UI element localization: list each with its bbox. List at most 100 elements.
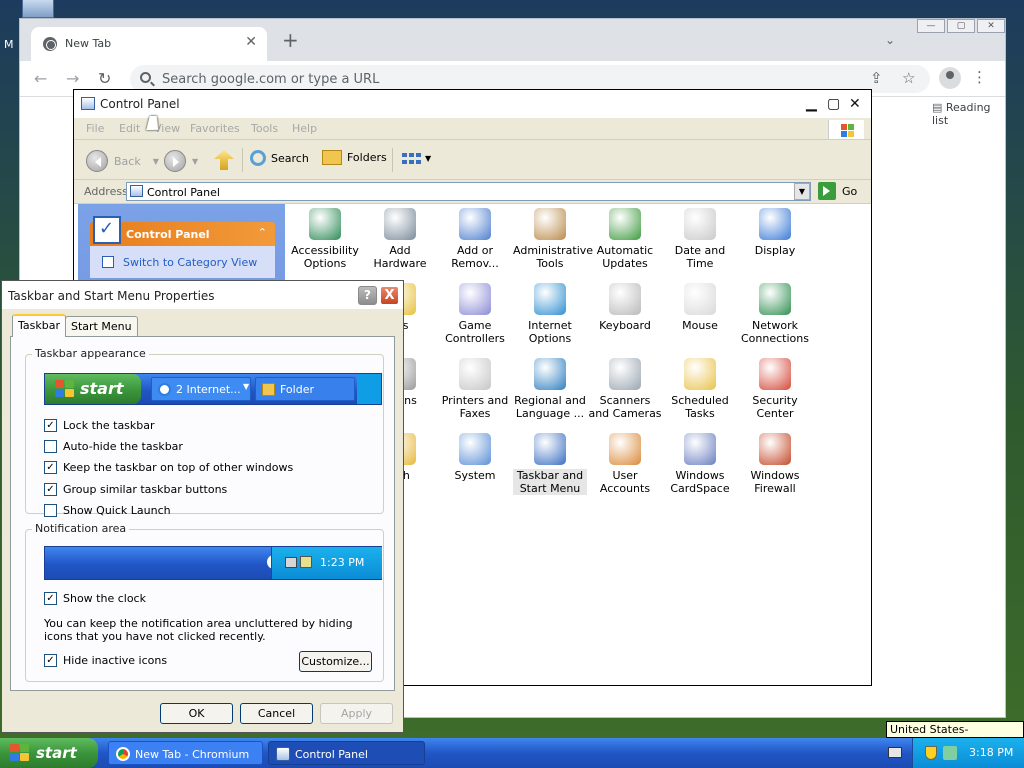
minimize-button[interactable]: — (917, 19, 945, 33)
menu-help[interactable]: Help (292, 122, 317, 135)
address-dropdown-icon[interactable]: ▼ (794, 183, 810, 200)
share-icon[interactable]: ⇪ (870, 69, 883, 87)
cp-item[interactable]: Automatic Updates (588, 208, 662, 270)
keep-on-top-checkbox[interactable]: ✓ Keep the taskbar on top of other window… (44, 461, 293, 474)
cancel-button[interactable]: Cancel (240, 703, 313, 724)
go-button[interactable]: Go (818, 182, 857, 200)
cp-item[interactable]: Network Connections (738, 283, 812, 345)
keyboard-icon[interactable] (888, 747, 902, 758)
cp-item[interactable]: Administrative Tools (513, 208, 593, 270)
network-icon[interactable] (943, 746, 957, 760)
cp-item[interactable]: Internet Options (513, 283, 587, 345)
tab-new-tab[interactable]: New Tab ✕ (31, 27, 267, 61)
reading-list-button[interactable]: Reading list (932, 101, 1005, 127)
search-icon (140, 72, 151, 83)
checkbox[interactable]: ✓ (44, 483, 57, 496)
taskbar: start New Tab - Chromium Control Panel 3… (0, 738, 1024, 768)
dialog-titlebar[interactable]: Taskbar and Start Menu Properties ? X (2, 281, 403, 309)
close-button[interactable]: ✕ (849, 96, 861, 112)
cp-item[interactable]: Scanners and Cameras (588, 358, 662, 420)
checkbox[interactable]: ✓ (44, 654, 57, 667)
cp-item[interactable]: Keyboard (588, 283, 662, 332)
control-panel-titlebar[interactable]: Control Panel ▁ ▢ ✕ (74, 90, 871, 118)
forward-arrow-icon[interactable]: → (66, 69, 79, 88)
side-panel-header[interactable]: Control Panel ⌃ (90, 216, 275, 246)
checkbox[interactable]: ✓ (44, 419, 57, 432)
cp-item[interactable]: System (438, 433, 512, 482)
collapse-chevron-icon[interactable]: ⌃ (258, 226, 267, 239)
minimize-button[interactable]: ▁ (806, 96, 817, 112)
cp-item-label: System (454, 469, 496, 482)
quick-launch-checkbox[interactable]: Show Quick Launch (44, 504, 171, 517)
cp-item[interactable]: Add or Remov... (438, 208, 512, 270)
up-folder-button[interactable] (214, 150, 234, 170)
address-label: Address (84, 185, 128, 198)
help-button[interactable]: ? (358, 286, 377, 305)
reload-icon[interactable]: ↻ (98, 69, 111, 88)
scheduled-tasks-icon (684, 358, 716, 390)
folders-button[interactable]: Folders (322, 150, 387, 165)
cp-item[interactable]: Printers and Faxes (438, 358, 512, 420)
views-button[interactable]: ▼ (400, 150, 434, 170)
hide-inactive-checkbox[interactable]: ✓ Hide inactive icons (44, 654, 167, 667)
taskbar-item-control-panel[interactable]: Control Panel (268, 741, 425, 765)
checkbox[interactable] (44, 504, 57, 517)
auto-hide-checkbox[interactable]: Auto-hide the taskbar (44, 440, 183, 453)
taskbar-item-chromium[interactable]: New Tab - Chromium (108, 741, 263, 765)
taskbar-appearance-group: Taskbar appearance start 2 Internet... ▼ (25, 347, 384, 517)
cp-item[interactable]: Taskbar and Start Menu (513, 433, 587, 495)
desktop-icon[interactable] (22, 0, 54, 18)
close-button[interactable]: X (380, 286, 399, 305)
ok-button[interactable]: OK (160, 703, 233, 724)
maximize-button[interactable]: ▢ (947, 19, 975, 33)
menu-edit[interactable]: Edit (119, 122, 140, 135)
forward-button[interactable]: ▼ (164, 150, 198, 172)
back-button[interactable]: Back ▼ (86, 150, 159, 172)
profile-avatar[interactable] (939, 67, 961, 89)
maximize-button[interactable]: ▢ (827, 96, 840, 112)
customize-button[interactable]: Customize... (299, 651, 372, 672)
menu-tools[interactable]: Tools (251, 122, 278, 135)
cp-item[interactable]: Windows Firewall (738, 433, 812, 495)
tab-start-menu[interactable]: Start Menu (65, 316, 138, 336)
new-tab-button[interactable]: + (282, 30, 299, 50)
menu-file[interactable]: File (86, 122, 104, 135)
apply-button[interactable]: Apply (320, 703, 393, 724)
address-field[interactable]: Control Panel (126, 182, 811, 201)
tab-strip: New Tab ✕ + ⌄ — ▢ ✕ (20, 19, 1005, 61)
menu-dots-icon[interactable]: ⋮ (972, 68, 987, 86)
taskbar-clock[interactable]: 3:18 PM (969, 746, 1013, 759)
checkbox[interactable]: ✓ (44, 592, 57, 605)
close-button[interactable]: ✕ (977, 19, 1005, 33)
cp-item[interactable]: Scheduled Tasks (663, 358, 737, 420)
cp-item[interactable]: Date and Time (663, 208, 737, 270)
star-icon[interactable]: ☆ (902, 69, 915, 87)
lock-taskbar-checkbox[interactable]: ✓ Lock the taskbar (44, 419, 155, 432)
switch-category-view-link[interactable]: Switch to Category View (123, 256, 257, 269)
cp-item[interactable]: Windows CardSpace (663, 433, 737, 495)
taskbar-preview: start 2 Internet... ▼ Folder (44, 373, 382, 405)
cp-item[interactable]: Add Hardware (363, 208, 437, 270)
cp-item[interactable]: Accessibility Options (288, 208, 362, 270)
start-button[interactable]: start (0, 738, 98, 768)
checkbox[interactable] (44, 440, 57, 453)
checkbox[interactable]: ✓ (44, 461, 57, 474)
close-tab-icon[interactable]: ✕ (245, 34, 257, 50)
cp-item[interactable]: Regional and Language ... (513, 358, 587, 420)
cp-item[interactable]: User Accounts (588, 433, 662, 495)
cp-item-label: Regional and Language ... (514, 394, 586, 420)
group-buttons-checkbox[interactable]: ✓ Group similar taskbar buttons (44, 483, 227, 496)
show-clock-checkbox[interactable]: ✓ Show the clock (44, 592, 146, 605)
security-shield-icon[interactable] (925, 746, 937, 760)
back-arrow-icon[interactable]: ← (34, 69, 47, 88)
cp-item[interactable]: Game Controllers (438, 283, 512, 345)
tab-title: New Tab (65, 37, 112, 50)
preview-tray: 1:23 PM (271, 547, 382, 579)
menu-favorites[interactable]: Favorites (190, 122, 240, 135)
cp-item[interactable]: Security Center (738, 358, 812, 420)
tab-taskbar[interactable]: Taskbar (12, 314, 66, 337)
search-button[interactable]: Search (250, 150, 309, 166)
cp-item[interactable]: Display (738, 208, 812, 257)
cp-item[interactable]: Mouse (663, 283, 737, 332)
tab-search-chevron-icon[interactable]: ⌄ (885, 33, 895, 47)
